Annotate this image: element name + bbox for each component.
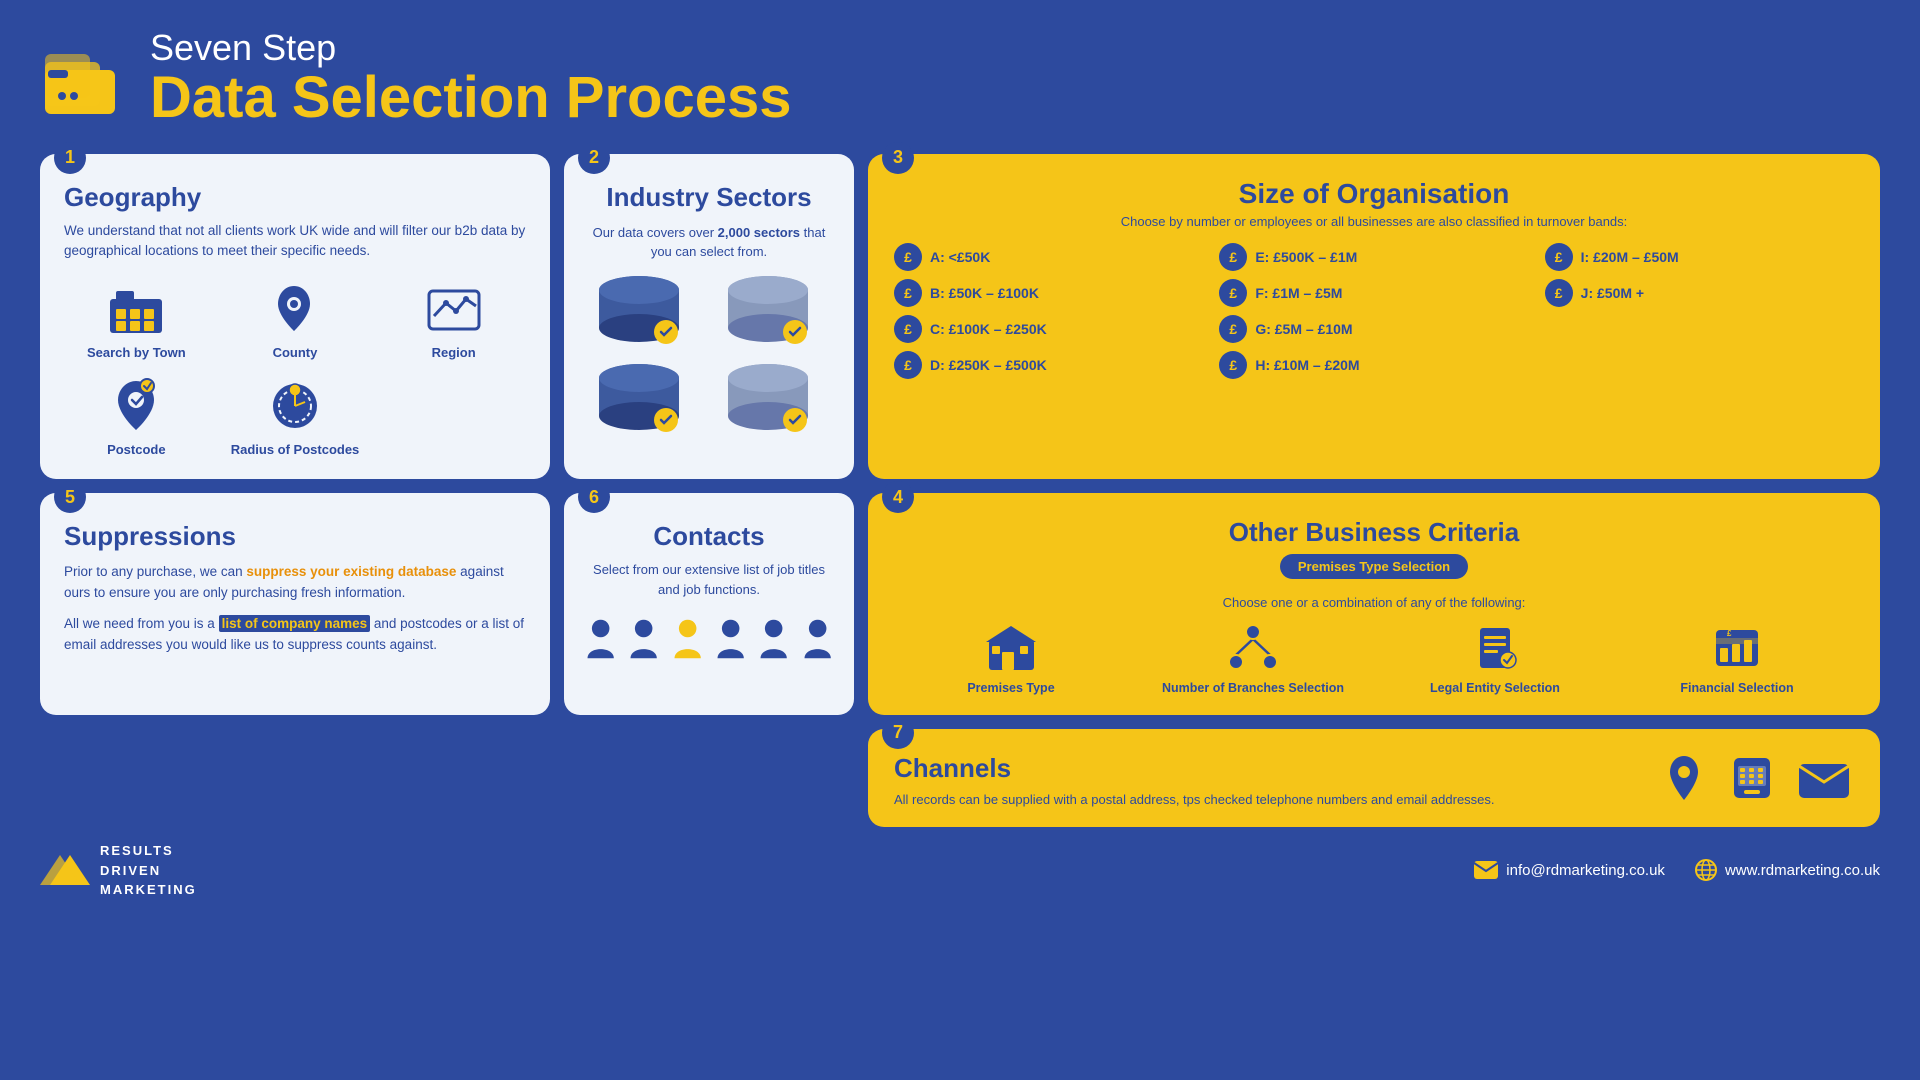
people-icons — [584, 613, 834, 665]
channels-row: 7 Channels All records can be supplied w… — [0, 729, 1920, 828]
criteria-financial: £ Financial Selection — [1620, 622, 1854, 696]
step7-channels: 7 Channels All records can be supplied w… — [868, 729, 1880, 828]
step2-badge: 2 — [578, 142, 610, 174]
geo-postcode: Postcode — [64, 374, 209, 457]
step6-heading: Contacts — [584, 521, 834, 552]
middle-row: 5 Suppressions Prior to any purchase, we… — [0, 493, 1920, 714]
band-j: £ J: £50M + — [1545, 279, 1854, 307]
channel-icons — [1658, 752, 1854, 804]
geo-town-label: Search by Town — [87, 345, 186, 360]
criteria-legal-label: Legal Entity Selection — [1430, 680, 1560, 696]
footer-right: info@rdmarketing.co.uk www.rdmarketing.c… — [1474, 859, 1880, 881]
geo-postcode-label: Postcode — [107, 442, 166, 457]
band-c: £ C: £100K – £250K — [894, 315, 1203, 343]
band-g: £ G: £5M – £10M — [1219, 315, 1528, 343]
band-i: £ I: £20M – £50M — [1545, 243, 1854, 271]
step5-para2: All we need from you is a list of compan… — [64, 614, 526, 656]
criteria-grid: Premises Type Number of Branches Sele — [894, 622, 1854, 696]
header-title: Data Selection Process — [150, 66, 792, 130]
header: Seven Step Data Selection Process — [0, 0, 1920, 140]
svg-text:£: £ — [1727, 629, 1732, 638]
size-bands-grid: £ A: <£50K £ E: £500K – £1M £ I: £20M – … — [894, 243, 1854, 379]
step2-heading: Industry Sectors — [584, 182, 834, 213]
geo-county-label: County — [273, 345, 318, 360]
step4-subtitle: Choose one or a combination of any of th… — [894, 595, 1854, 610]
geo-region-label: Region — [432, 345, 476, 360]
geo-search-town: Search by Town — [64, 277, 209, 360]
step4-heading: Other Business Criteria — [894, 517, 1854, 548]
criteria-premises-label: Premises Type — [967, 680, 1054, 696]
db-icons — [584, 272, 834, 440]
step3-size: 3 Size of Organisation Choose by number … — [868, 154, 1880, 480]
title-block: Seven Step Data Selection Process — [150, 30, 792, 130]
rdm-text: RESULTS DRIVEN MARKETING — [100, 841, 197, 900]
step6-contacts: 6 Contacts Select from our extensive lis… — [564, 493, 854, 714]
footer-website: www.rdmarketing.co.uk — [1695, 859, 1880, 881]
band-h: £ H: £10M – £20M — [1219, 351, 1528, 379]
footer: RESULTS DRIVEN MARKETING info@rdmarketin… — [0, 827, 1920, 900]
step1-body: We understand that not all clients work … — [64, 221, 526, 262]
step5-heading: Suppressions — [64, 521, 526, 552]
step2-body: Our data covers over 2,000 sectors that … — [584, 223, 834, 262]
geo-region: Region — [381, 277, 526, 360]
geo-radius: Radius of Postcodes — [223, 374, 368, 457]
company-names-highlight: list of company names — [219, 615, 371, 632]
pound-icon: £ — [894, 243, 922, 271]
band-a: £ A: <£50K — [894, 243, 1203, 271]
step7-heading: Channels — [894, 753, 1638, 784]
step3-heading: Size of Organisation — [894, 178, 1854, 210]
premises-badge: Premises Type Selection — [1280, 554, 1468, 579]
geo-radius-label: Radius of Postcodes — [231, 442, 360, 457]
geo-icons-grid: Search by Town County — [64, 277, 526, 457]
header-logo — [40, 42, 130, 117]
criteria-financial-label: Financial Selection — [1680, 680, 1793, 696]
rdm-logo: RESULTS DRIVEN MARKETING — [40, 841, 197, 900]
footer-email-text: info@rdmarketing.co.uk — [1506, 862, 1665, 879]
top-row: 1 Geography We understand that not all c… — [0, 154, 1920, 480]
footer-website-text: www.rdmarketing.co.uk — [1725, 862, 1880, 879]
step1-badge: 1 — [54, 142, 86, 174]
suppress-highlight: suppress your existing database — [246, 564, 456, 579]
step6-body: Select from our extensive list of job ti… — [584, 560, 834, 599]
step1-geography: 1 Geography We understand that not all c… — [40, 154, 550, 480]
step4-badge: 4 — [882, 481, 914, 513]
step3-badge: 3 — [882, 142, 914, 174]
rdm-logo-mark — [40, 850, 90, 890]
step1-heading: Geography — [64, 182, 526, 213]
step6-badge: 6 — [578, 481, 610, 513]
band-e: £ E: £500K – £1M — [1219, 243, 1528, 271]
band-d: £ D: £250K – £500K — [894, 351, 1203, 379]
criteria-branches: Number of Branches Selection — [1136, 622, 1370, 696]
step3-subtitle: Choose by number or employees or all bus… — [894, 214, 1854, 229]
band-f: £ F: £1M – £5M — [1219, 279, 1528, 307]
criteria-branches-label: Number of Branches Selection — [1162, 680, 1344, 696]
step7-body: All records can be supplied with a posta… — [894, 790, 1638, 810]
criteria-premises: Premises Type — [894, 622, 1128, 696]
band-b: £ B: £50K – £100K — [894, 279, 1203, 307]
footer-email: info@rdmarketing.co.uk — [1474, 861, 1665, 879]
step5-badge: 5 — [54, 481, 86, 513]
criteria-legal: Legal Entity Selection — [1378, 622, 1612, 696]
step7-badge: 7 — [882, 717, 914, 749]
step2-industry: 2 Industry Sectors Our data covers over … — [564, 154, 854, 480]
step5-para1: Prior to any purchase, we can suppress y… — [64, 562, 526, 604]
step4-other: 4 Other Business Criteria Premises Type … — [868, 493, 1880, 714]
header-subtitle: Seven Step — [150, 30, 792, 66]
geo-county: County — [223, 277, 368, 360]
step5-suppressions: 5 Suppressions Prior to any purchase, we… — [40, 493, 550, 714]
